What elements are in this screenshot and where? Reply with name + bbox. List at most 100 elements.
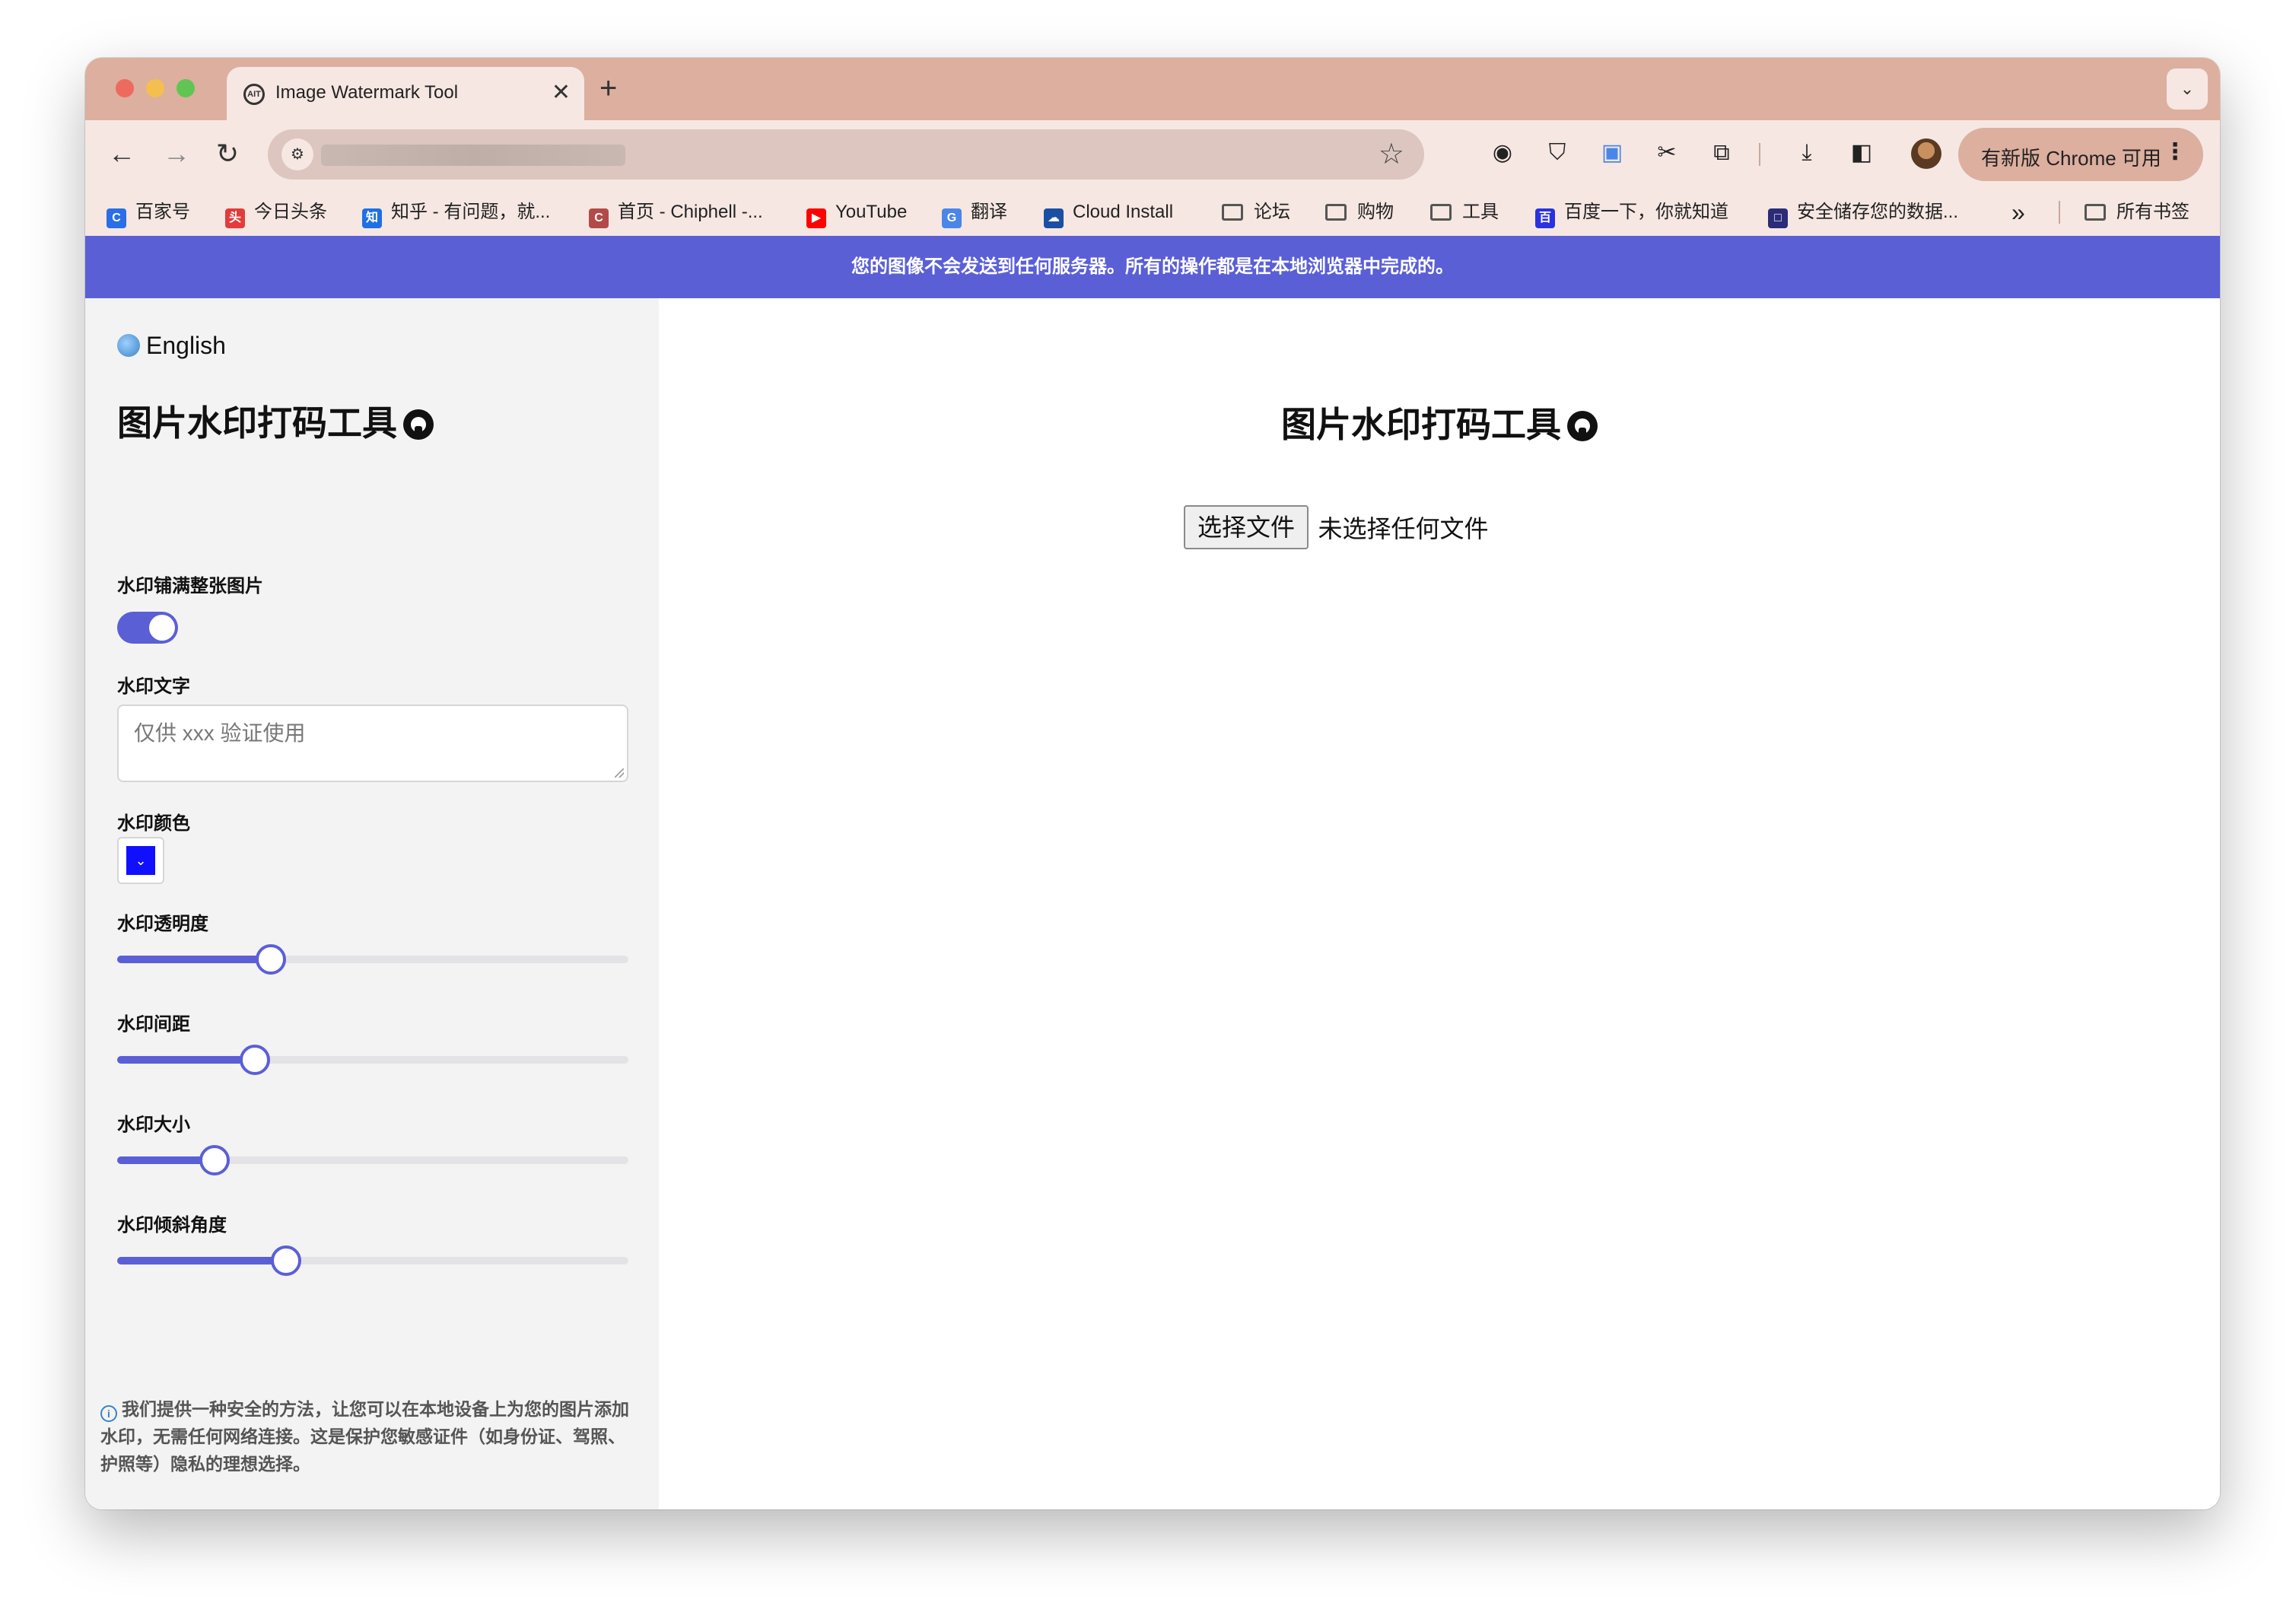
tab-favicon-icon: AIT — [243, 84, 265, 105]
baidu-paw-icon: 百 — [1535, 208, 1555, 228]
bookmark-label: 论坛 — [1254, 202, 1290, 222]
download-icon[interactable]: ⤓ — [1794, 140, 1820, 166]
bookmark-baidu[interactable]: 百百度一下，你就知道 — [1535, 199, 1728, 228]
tab-title: Image Watermark Tool — [275, 82, 459, 103]
slider-thumb[interactable] — [240, 1045, 271, 1075]
bitwarden-icon[interactable]: ⛉ — [1544, 140, 1570, 166]
tab-strip: AIT Image Watermark Tool ✕ + ⌄ — [85, 58, 2220, 120]
chrome-update-label: 有新版 Chrome 可用 — [1981, 147, 2161, 170]
bookmark-toutiao[interactable]: 头今日头条 — [225, 199, 327, 228]
bookmark-label: 百度一下，你就知道 — [1564, 202, 1728, 222]
bookmark-label: 知乎 - 有问题，就... — [391, 202, 551, 222]
bookmark-cloud-install[interactable]: ☁ Cloud Install — [1044, 199, 1174, 228]
folder-icon — [1325, 204, 1347, 221]
bookmark-folder-forum[interactable]: 论坛 — [1222, 199, 1290, 225]
site-info-icon[interactable]: ⚙ — [281, 138, 313, 170]
bookmark-label: Cloud Install — [1073, 202, 1174, 222]
color-label: 水印颜色 — [117, 813, 190, 834]
main-preview-area: 图片水印打码工具 选择文件 未选择任何文件 — [659, 298, 2220, 1509]
bookmark-chiphell[interactable]: C 首页 - Chiphell -... — [589, 199, 763, 228]
main-title: 图片水印打码工具 — [659, 397, 2220, 447]
folder-icon — [2085, 204, 2106, 221]
address-bar[interactable]: ⚙ ☆ — [268, 129, 1424, 180]
github-icon[interactable] — [1567, 411, 1598, 441]
bookmark-label: 翻译 — [971, 202, 1007, 222]
choose-file-button[interactable]: 选择文件 — [1184, 505, 1309, 549]
bookmark-label: 购物 — [1357, 202, 1394, 222]
tab-search-chevron-icon[interactable]: ⌄ — [2167, 68, 2208, 110]
bookmark-zhihu[interactable]: 知知乎 - 有问题，就... — [362, 199, 551, 228]
settings-sidebar: English 图片水印打码工具 水印铺满整张图片 水印文字 仅供 xxx 验证… — [85, 298, 659, 1509]
screenshot-icon[interactable]: ✂ — [1654, 140, 1680, 166]
tab-close-icon[interactable]: ✕ — [552, 79, 571, 107]
reload-button[interactable]: ↻ — [216, 137, 239, 170]
bookmark-translate[interactable]: G 翻译 — [942, 199, 1007, 228]
tab-image-watermark-tool[interactable]: AIT Image Watermark Tool ✕ — [227, 67, 584, 120]
github-icon[interactable] — [403, 409, 434, 440]
secure-storage-icon: □ — [1768, 208, 1788, 228]
cloud-icon: ☁ — [1044, 208, 1064, 228]
all-bookmarks-label: 所有书签 — [2116, 202, 2189, 222]
slider-thumb[interactable] — [255, 944, 286, 975]
bookmark-label: 首页 - Chiphell -... — [618, 202, 763, 222]
toutiao-icon: 头 — [225, 208, 245, 228]
bookmark-label: 安全储存您的数据... — [1797, 202, 1959, 222]
chrome-menu-icon[interactable]: ⋮ — [2164, 138, 2186, 165]
side-panel-icon[interactable]: ◧ — [1849, 140, 1875, 166]
back-button[interactable]: ← — [108, 137, 135, 170]
close-window-button[interactable] — [116, 79, 134, 97]
chevron-down-icon: ⌄ — [126, 846, 155, 875]
url-text-blurred — [321, 145, 625, 166]
slider-thumb[interactable] — [270, 1245, 301, 1276]
watermark-text-placeholder: 仅供 xxx 验证使用 — [134, 721, 306, 745]
globe-icon — [117, 334, 140, 357]
bookmark-star-icon[interactable]: ☆ — [1379, 137, 1404, 171]
slider-fill — [117, 1056, 256, 1064]
google-translate-icon: G — [942, 208, 962, 228]
browser-window: AIT Image Watermark Tool ✕ + ⌄ ← → ↻ ⚙ ☆… — [85, 58, 2220, 1509]
text-label: 水印文字 — [117, 676, 190, 697]
tile-toggle[interactable] — [117, 612, 178, 644]
resize-grip-icon[interactable] — [615, 768, 624, 778]
size-slider[interactable] — [117, 1144, 628, 1175]
bookmark-folder-tools[interactable]: 工具 — [1430, 199, 1499, 225]
color-picker[interactable]: ⌄ — [117, 837, 164, 884]
watermark-text-input[interactable]: 仅供 xxx 验证使用 — [117, 705, 628, 782]
privacy-banner: 您的图像不会发送到任何服务器。所有的操作都是在本地浏览器中完成的。 — [85, 236, 2220, 298]
folder-icon — [1430, 204, 1452, 221]
bookmark-label: YouTube — [835, 202, 908, 222]
translate-extension-icon[interactable]: ▣ — [1599, 140, 1625, 166]
bookmark-folder-shopping[interactable]: 购物 — [1325, 199, 1394, 225]
bookmark-baijiahao[interactable]: C 百家号 — [107, 199, 190, 228]
bookmark-youtube[interactable]: ▶ YouTube — [806, 199, 908, 228]
bookmarks-bar: C 百家号 头今日头条 知知乎 - 有问题，就... C 首页 - Chiphell… — [85, 189, 2220, 237]
slider-thumb[interactable] — [199, 1145, 230, 1175]
spacing-slider[interactable] — [117, 1044, 628, 1075]
privacy-info: i 我们提供一种安全的方法，让您可以在本地设备上为您的图片添加水印，无需任何网络连… — [100, 1395, 633, 1478]
opacity-slider[interactable] — [117, 943, 628, 975]
profile-avatar[interactable] — [1911, 138, 1941, 169]
angle-label: 水印倾斜角度 — [117, 1215, 227, 1236]
all-bookmarks-button[interactable]: 所有书签 — [2085, 199, 2189, 225]
folder-icon — [1222, 204, 1243, 221]
extensions-icon[interactable]: ⧉ — [1709, 140, 1735, 166]
minimize-window-button[interactable] — [146, 79, 164, 97]
language-label: English — [146, 332, 226, 359]
info-icon: i — [100, 1405, 117, 1422]
new-tab-button[interactable]: + — [599, 72, 617, 105]
language-switcher[interactable]: English — [117, 332, 226, 360]
angle-slider[interactable] — [117, 1245, 628, 1276]
tab-search-icon[interactable]: ◉ — [1490, 140, 1515, 166]
bookmarks-overflow-icon[interactable]: » — [2011, 199, 2025, 225]
forward-button[interactable]: → — [163, 137, 190, 170]
main-title-text: 图片水印打码工具 — [1281, 405, 1561, 444]
baijiahao-icon: C — [107, 208, 126, 228]
size-label: 水印大小 — [117, 1115, 190, 1135]
toolbar-divider — [1759, 143, 1760, 166]
bookmarks-divider — [2059, 201, 2060, 224]
chrome-update-button[interactable]: 有新版 Chrome 可用 ⋮ — [1958, 128, 2203, 181]
bookmark-secure-storage[interactable]: □ 安全储存您的数据... — [1768, 199, 1959, 228]
chiphell-icon: C — [589, 208, 609, 228]
maximize-window-button[interactable] — [176, 79, 195, 97]
file-input: 选择文件 未选择任何文件 — [1184, 505, 1488, 552]
